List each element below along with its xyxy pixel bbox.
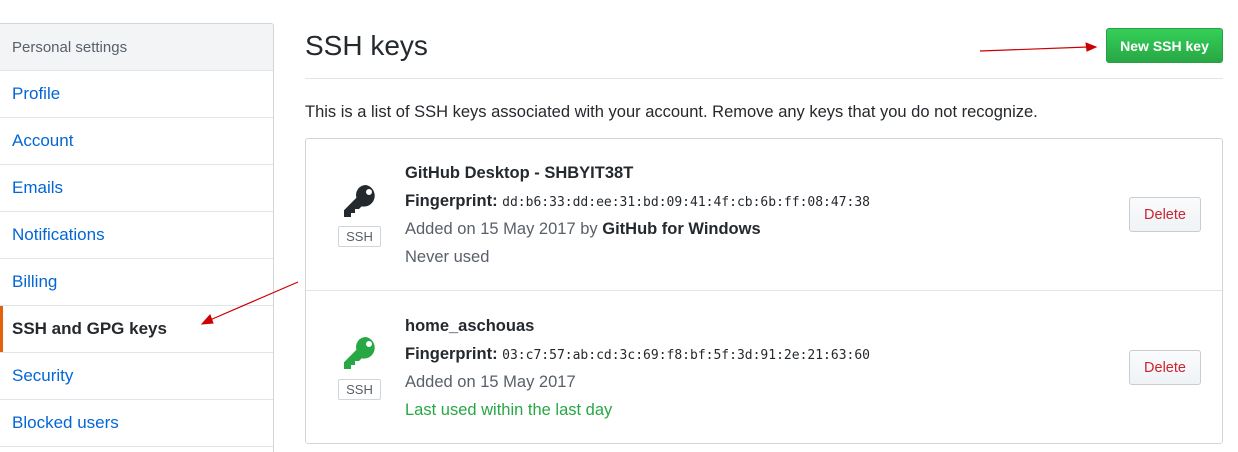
ssh-key-row xyxy=(306,291,1222,443)
delete-button[interactable]: Delete xyxy=(1129,197,1201,232)
ssh-key-list: SSH GitHub Desktop - SHBYIT38T Fingerpri… xyxy=(305,138,1223,444)
delete-button[interactable]: Delete xyxy=(1129,350,1201,385)
sidebar-item-billing[interactable]: Billing xyxy=(0,259,273,306)
page-title: SSH keys xyxy=(305,30,428,61)
ssh-key-row xyxy=(306,139,1222,291)
fingerprint-value: 03:c7:57:ab:cd:3c:69:f8:bf:5f:3d:91:2e:2… xyxy=(502,348,871,363)
usage-text: Last used within the last day xyxy=(405,401,613,419)
header-divider xyxy=(305,78,1223,79)
sidebar-item-blocked-users[interactable]: Blocked users xyxy=(0,400,273,447)
sidebar-item-emails[interactable]: Emails xyxy=(0,165,273,212)
added-by: GitHub for Windows xyxy=(602,220,761,238)
fingerprint-label: Fingerprint: xyxy=(405,192,503,210)
fingerprint-value: dd:b6:33:dd:ee:31:bd:09:41:4f:cb:6b:ff:0… xyxy=(502,195,871,210)
key-title: home_aschouas xyxy=(405,317,535,335)
sidebar-item-account[interactable]: Account xyxy=(0,118,273,165)
sidebar-item-notifications[interactable]: Notifications xyxy=(0,212,273,259)
added-text: Added on 15 May 2017 by xyxy=(405,220,603,238)
added-text: Added on 15 May 2017 xyxy=(405,373,576,391)
sidebar-item-profile[interactable]: Profile xyxy=(0,71,273,118)
fingerprint-line: Fingerprint: dd:b6:33:dd:ee:31:bd:09:41:… xyxy=(405,192,870,211)
added-line: Added on 15 May 2017 by GitHub for Windo… xyxy=(405,220,761,239)
sidebar-item-security[interactable]: Security xyxy=(0,353,273,400)
fingerprint-label: Fingerprint: xyxy=(405,345,503,363)
key-icon xyxy=(344,337,375,369)
usage-text: Never used xyxy=(405,248,490,266)
sidebar-item-ssh-gpg-keys[interactable]: SSH and GPG keys xyxy=(0,306,273,353)
key-title: GitHub Desktop - SHBYIT38T xyxy=(405,164,634,182)
sidebar-header: Personal settings xyxy=(0,24,273,71)
key-icon xyxy=(344,185,375,217)
fingerprint-line: Fingerprint: 03:c7:57:ab:cd:3c:69:f8:bf:… xyxy=(405,345,870,364)
ssh-badge: SSH xyxy=(338,379,381,400)
new-ssh-key-button[interactable]: New SSH key xyxy=(1106,28,1223,63)
settings-sidebar: Personal settings Profile Account Emails… xyxy=(0,23,274,452)
arrow-to-new-key xyxy=(979,42,1098,52)
intro-text: This is a list of SSH keys associated wi… xyxy=(305,103,1038,121)
ssh-badge: SSH xyxy=(338,226,381,247)
